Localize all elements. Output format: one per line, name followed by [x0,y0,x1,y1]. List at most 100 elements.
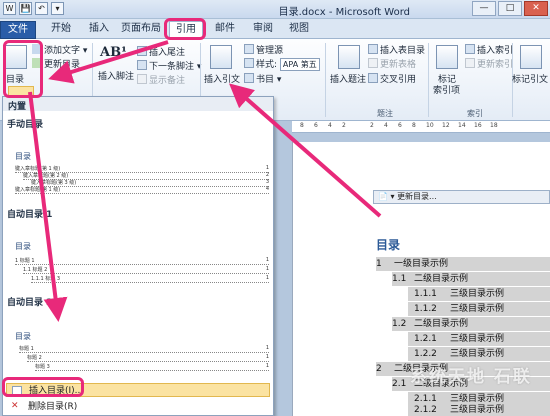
toc-entry[interactable]: 1.2 二级目录示例 [392,317,550,331]
toc-entry[interactable]: 2.1.2 三级目录示例 [408,404,550,416]
toc-entry[interactable]: 1.2.1 三级目录示例 [408,332,550,346]
preview-line: 1 标题 1 1 [15,257,269,265]
delete-toc-label: 删除目录(R) [28,402,78,412]
style-label: 样式: [256,60,278,70]
toc-entry[interactable]: 1.1 二级目录示例 [392,272,550,286]
ruler-mark: 4 [384,122,388,129]
customize-qat-icon[interactable]: ▾ [51,2,64,15]
toc-entry-text: 三级目录示例 [450,349,505,359]
preview-line-text: 1 标题 1 [15,258,35,264]
preview-line-text: 标题 1 [19,346,34,352]
insert-footnote-button[interactable]: 插入脚注 [98,69,134,82]
preview-line-page: 4 [265,186,269,192]
preview-line-page: 2 [265,172,269,178]
index-group-label: 索引 [467,109,483,118]
auto-toc-2-title: 目录 [15,332,31,341]
bibliography-icon [244,73,254,83]
toc-gallery-dropdown: 内置 手动目录 目录 键入章标题(第 1 级) 1 键入章标题(第 2 级) 2 键… [2,96,274,416]
manage-sources-button[interactable]: 管理源 [244,43,283,56]
insert-citation-button[interactable]: 插入引文 [204,72,240,85]
preview-line-page: 1 [265,275,269,281]
table-of-figures-icon [368,44,378,54]
toc-entry-number: 1.2.1 [414,334,437,344]
toc-entry-text: 三级目录示例 [450,304,505,314]
update-table-button[interactable]: 更新表格 [368,57,416,70]
preview-line: 标题 1 1 [19,345,269,353]
horizontal-ruler[interactable]: 8 6 4 2 2 4 6 8 10 12 14 16 18 [292,121,550,133]
tab-insert[interactable]: 插入 [82,21,116,39]
preview-line-page: 3 [265,179,269,185]
ruler-mark: 18 [490,122,498,129]
toc-entry[interactable]: 1.1.1 三级目录示例 [408,287,550,301]
toc-content-control-tab[interactable]: 📄 ▾ 更新目录... [373,190,550,204]
cross-reference-button[interactable]: 交叉引用 [368,72,416,85]
delete-icon: ✕ [11,401,19,411]
toc-entry-text: 三级目录示例 [450,289,505,299]
ruler-mark: 2 [370,122,374,129]
preview-line-page: 1 [265,257,269,263]
ruler-mark: 6 [314,122,318,129]
manage-sources-icon [244,44,254,54]
tab-mailings[interactable]: 邮件 [208,21,242,39]
watermark: 系统天地 石联 [410,367,532,387]
tab-file[interactable]: 文件 [0,21,36,39]
toc-entry-text: 二级目录示例 [414,319,469,329]
tab-view[interactable]: 视图 [282,21,316,39]
update-toc-label: 更新目录 [44,60,81,70]
window-title: 目录.docx - Microsoft Word [278,7,410,18]
manual-toc-option[interactable]: 目录 键入章标题(第 1 级) 1 键入章标题(第 2 级) 2 键入章标题(第 3… [5,131,271,197]
minimize-button[interactable]: — [472,1,496,16]
ruler-mark: 8 [300,122,304,129]
insert-table-of-figures-button[interactable]: 插入表目录 [368,43,425,56]
style-selector[interactable]: 样式: APA 第五 [244,57,320,71]
toc-entry-number: 1 [376,259,382,269]
tab-page-layout[interactable]: 页面布局 [118,21,164,39]
insert-table-of-figures-label: 插入表目录 [380,46,426,56]
ruler-mark: 8 [412,122,416,129]
next-footnote-label: 下一条脚注 ▾ [149,62,202,72]
ruler-mark: 16 [474,122,482,129]
auto-toc-1-label: 自动目录 1 [7,210,53,220]
quick-access-toolbar: W 💾 ↶ ▾ [3,2,64,15]
maximize-button[interactable]: □ [498,1,522,16]
insert-index-button[interactable]: 插入索引 [465,43,513,56]
save-icon[interactable]: 💾 [19,2,32,15]
ruler-mark: 12 [442,122,450,129]
insert-endnote-button[interactable]: 插入尾注 [137,45,185,58]
toc-entry-number: 1.1.1 [414,289,437,299]
insert-caption-button[interactable]: 插入题注 [330,72,366,85]
auto-toc-1-option[interactable]: 目录 1 标题 1 1 1.1 标题 2 1 1.1.1 标题 3 1 [5,221,271,285]
highlight-references-tab [164,18,206,40]
undo-icon[interactable]: ↶ [35,2,48,15]
update-index-button[interactable]: 更新索引 [465,57,513,70]
toc-entry[interactable]: 1.1.2 三级目录示例 [408,302,550,316]
preview-line: 1.1.1 标题 3 1 [31,275,269,283]
toc-entry-text: 二级目录示例 [414,274,469,284]
auto-toc-1-title: 目录 [15,242,31,251]
cross-reference-icon [368,73,378,83]
tab-review[interactable]: 审阅 [246,21,280,39]
show-notes-button[interactable]: 显示备注 [137,73,185,86]
title-bar: W 💾 ↶ ▾ 目录.docx - Microsoft Word — □ ✕ [0,0,550,19]
preview-line: 标题 2 1 [27,354,269,362]
toc-entry-number: 2.1 [392,379,407,389]
toc-entry[interactable]: 1 一级目录示例 [376,257,550,271]
toc-entry[interactable]: 1.2.2 三级目录示例 [408,347,550,361]
preview-line-text: 1.1 标题 2 [23,267,48,273]
delete-toc-menu-item[interactable]: ✕ 删除目录(R) [6,400,270,414]
auto-toc-2-option[interactable]: 目录 标题 1 1 标题 2 1 标题 3 1 [5,309,271,373]
mark-citation-button[interactable]: 标记引文 [512,72,548,85]
style-combo[interactable]: APA 第五 [279,58,320,71]
manual-toc-title: 目录 [15,152,31,161]
tab-home[interactable]: 开始 [44,21,78,39]
insert-footnote-icon[interactable]: AB¹ [100,45,127,60]
toc-entry-text: 一级目录示例 [394,259,449,269]
show-notes-icon [137,74,147,84]
close-button[interactable]: ✕ [524,1,548,16]
next-footnote-button[interactable]: 下一条脚注 ▾ [137,59,201,72]
ruler-mark: 14 [458,122,466,129]
insert-index-icon [465,44,475,54]
bibliography-button[interactable]: 书目 ▾ [244,72,281,85]
preview-line: 1.1 标题 2 1 [23,266,269,274]
group-separator [428,43,429,117]
